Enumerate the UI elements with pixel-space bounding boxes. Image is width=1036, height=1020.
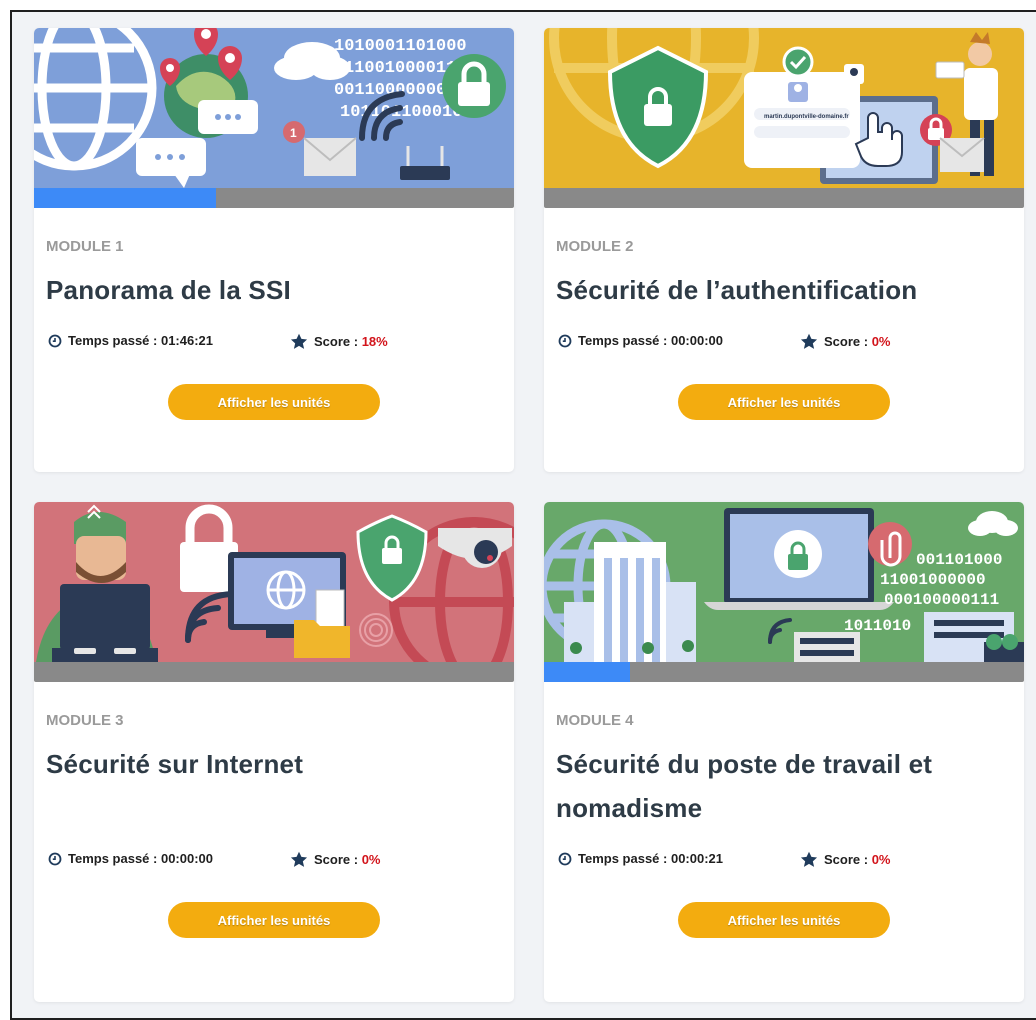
module-2-banner-email: martin.dupontville-domaine.fr	[764, 114, 849, 120]
lock-icon	[774, 530, 822, 578]
module-card-1: 1010001101000 110010000110 0011000000000…	[34, 28, 514, 472]
clock-icon	[558, 334, 572, 348]
module-3-label: MODULE 3	[46, 712, 124, 729]
module-1-stats: Temps passé : 01:46:21 Score : 18%	[48, 333, 504, 353]
lock-icon	[442, 54, 506, 118]
module-1-label: MODULE 1	[46, 238, 124, 255]
module-3-progress-bar	[34, 662, 514, 682]
module-4-progress-bar	[544, 662, 1024, 682]
office-building-icon	[924, 612, 1024, 662]
star-icon	[800, 333, 818, 350]
module-4-time-text: Temps passé : 00:00:21	[578, 851, 723, 866]
module-2-time: Temps passé : 00:00:00	[558, 333, 723, 348]
svg-text:1010001101000: 1010001101000	[334, 37, 467, 56]
module-1-title: Panorama de la SSI	[46, 275, 291, 305]
module-4-label: MODULE 4	[556, 712, 634, 729]
module-3-score: Score : 0%	[290, 851, 380, 868]
module-1-score-label: Score :	[314, 334, 362, 349]
module-1-time-text: Temps passé : 01:46:21	[68, 333, 213, 348]
module-3-show-units-button[interactable]: Afficher les unités	[168, 902, 380, 938]
module-3-title: Sécurité sur Internet	[46, 749, 304, 779]
module-4-banner-image: 001101000 11001000000 000100000111 10110…	[544, 502, 1024, 662]
svg-text:1: 1	[290, 126, 297, 140]
module-card-3: MODULE 3 Sécurité sur Internet Temps pas…	[34, 502, 514, 1002]
svg-text:11001000000: 11001000000	[880, 571, 986, 589]
module-3-score-value: 0%	[361, 852, 381, 867]
star-icon	[290, 333, 308, 350]
star-icon	[800, 851, 818, 868]
svg-text:000100000111: 000100000111	[884, 591, 999, 609]
module-1-score: Score : 18%	[290, 333, 388, 350]
module-2-score: Score : 0%	[800, 333, 890, 350]
module-4-score: Score : 0%	[800, 851, 890, 868]
module-2-label: MODULE 2	[556, 238, 634, 255]
module-1-score-value: 18%	[361, 334, 388, 349]
module-2-score-value: 0%	[871, 334, 891, 349]
module-3-score-label: Score :	[314, 852, 362, 867]
module-card-2: martin.dupontville-domaine.fr MODULE 2 S…	[544, 28, 1024, 472]
module-2-title: Sécurité de l’authentification	[556, 275, 918, 305]
module-4-time: Temps passé : 00:00:21	[558, 851, 723, 866]
svg-text:001101000: 001101000	[916, 551, 1002, 569]
module-card-4: 001101000 11001000000 000100000111 10110…	[544, 502, 1024, 1002]
modules-panel: 1010001101000 110010000110 0011000000000…	[10, 10, 1036, 1020]
module-2-progress-bar	[544, 188, 1024, 208]
clock-icon	[48, 852, 62, 866]
module-2-show-units-button[interactable]: Afficher les unités	[678, 384, 890, 420]
module-1-progress-fill	[34, 188, 217, 208]
module-4-show-units-button[interactable]: Afficher les unités	[678, 902, 890, 938]
star-icon	[290, 851, 308, 868]
module-1-banner-image: 1010001101000 110010000110 0011000000000…	[34, 28, 514, 188]
module-4-score-value: 0%	[871, 852, 891, 867]
module-4-stats: Temps passé : 00:00:21 Score : 0%	[558, 851, 1014, 871]
envelope-icon	[939, 137, 985, 172]
module-3-time-text: Temps passé : 00:00:00	[68, 851, 213, 866]
module-1-show-units-button[interactable]: Afficher les unités	[168, 384, 380, 420]
module-4-progress-fill	[544, 662, 631, 682]
module-4-title: Sécurité du poste de travail et nomadism…	[556, 749, 933, 823]
module-4-score-label: Score :	[824, 852, 872, 867]
module-3-banner-image	[34, 502, 514, 662]
module-1-progress-bar	[34, 188, 514, 208]
module-3-time: Temps passé : 00:00:00	[48, 851, 213, 866]
module-2-score-label: Score :	[824, 334, 872, 349]
module-1-time: Temps passé : 01:46:21	[48, 333, 213, 348]
module-2-banner-image: martin.dupontville-domaine.fr	[544, 28, 1024, 188]
clock-icon	[558, 852, 572, 866]
module-3-stats: Temps passé : 00:00:00 Score : 0%	[48, 851, 504, 871]
clock-icon	[48, 334, 62, 348]
module-2-time-text: Temps passé : 00:00:00	[578, 333, 723, 348]
paperclip-icon	[868, 522, 912, 567]
module-2-stats: Temps passé : 00:00:00 Score : 0%	[558, 333, 1014, 353]
